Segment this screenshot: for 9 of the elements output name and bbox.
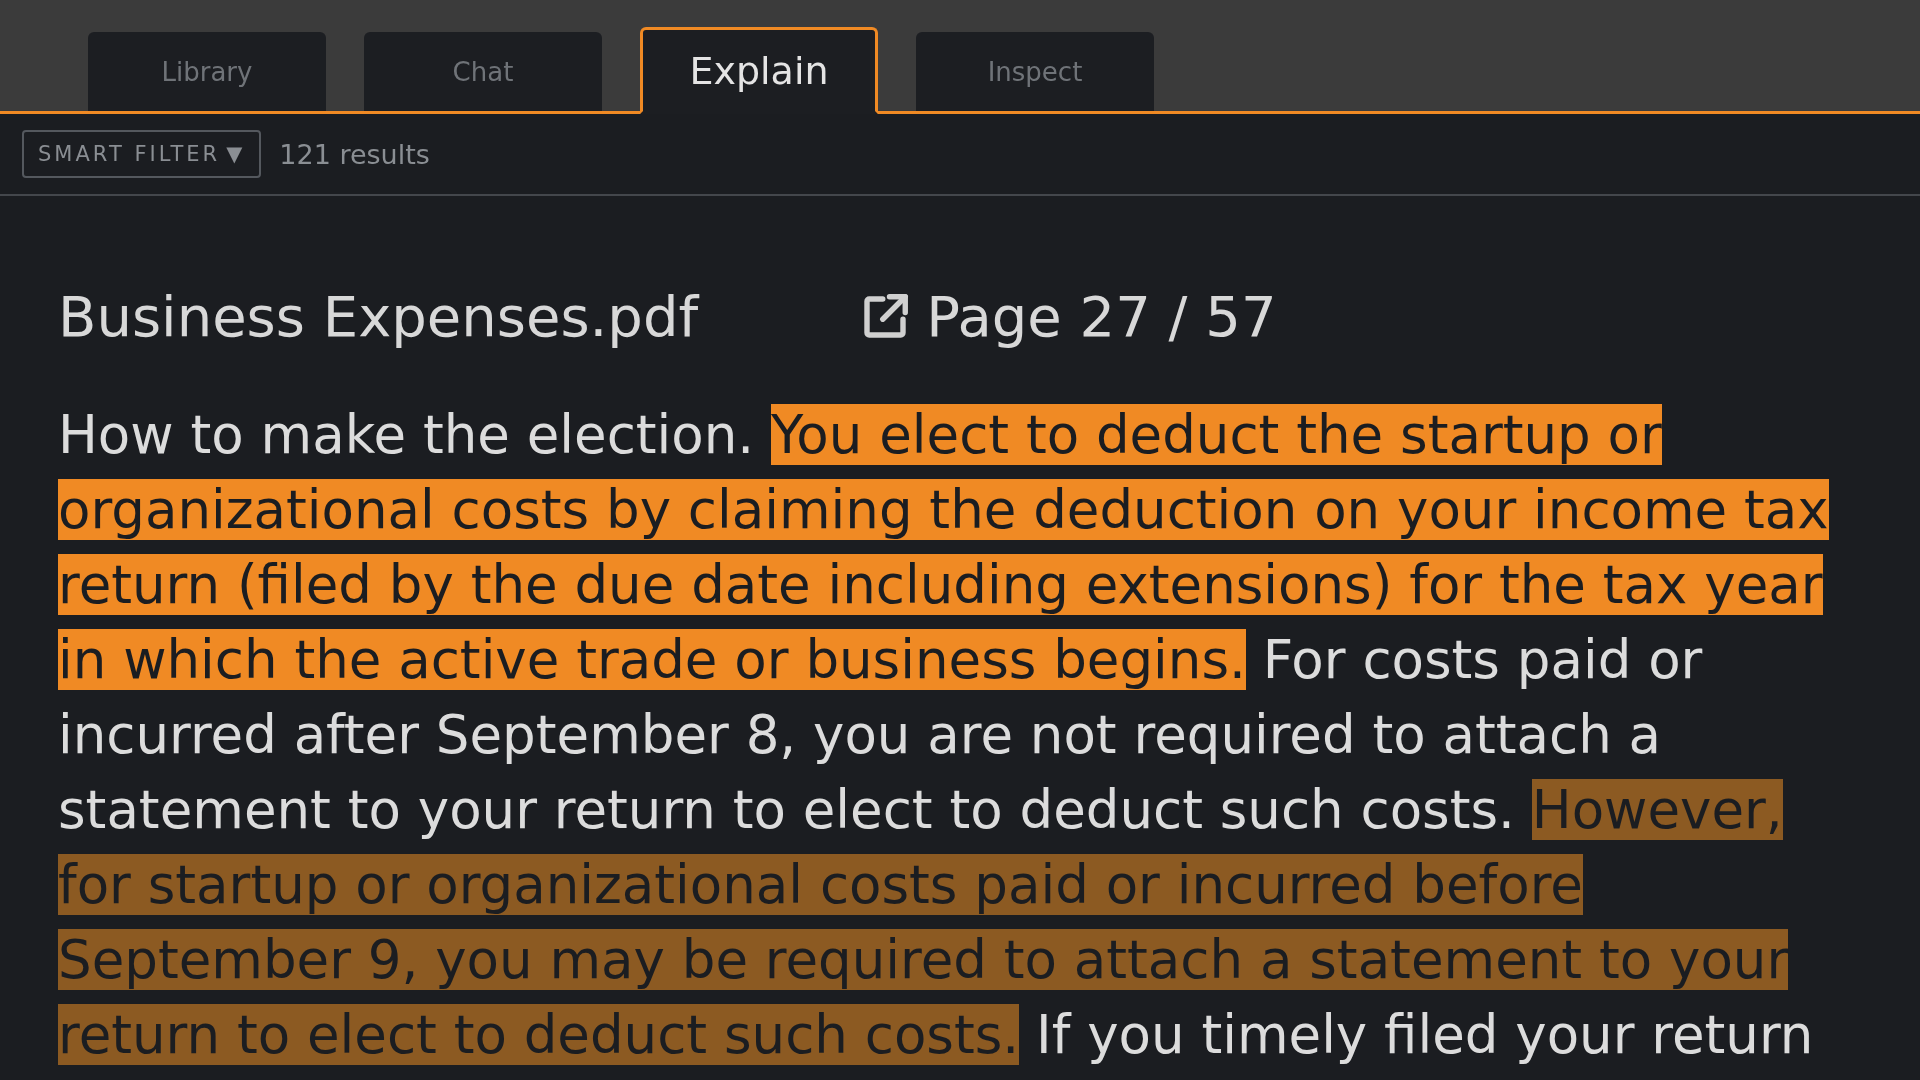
- document-title: Business Expenses.pdf: [58, 284, 699, 349]
- tab[interactable]: Inspect: [916, 32, 1154, 114]
- passage-text: How to make the election. You elect to deduct the startup or organizational costs by claiming the deduction on your income tax return (filed by the due date including extensions) for the tax year in which the active trade or business begins. For costs paid or incurred after September 8, you are not required to attach a statement to your return to elect to deduct such costs. However, for startup or organizational costs paid or incurred before September 9, you may be required to attach a statement to your return to elect to deduct such costs. If you timely filed your return: [58, 403, 1830, 1067]
- smart-filter-dropdown[interactable]: SMART FILTER ▼: [22, 130, 262, 178]
- tab[interactable]: Library: [88, 32, 326, 114]
- result-count: 121 results: [279, 138, 430, 170]
- page-link[interactable]: Page 27 / 57: [858, 284, 1277, 349]
- tab[interactable]: Explain: [640, 27, 878, 114]
- tab[interactable]: Chat: [364, 32, 602, 114]
